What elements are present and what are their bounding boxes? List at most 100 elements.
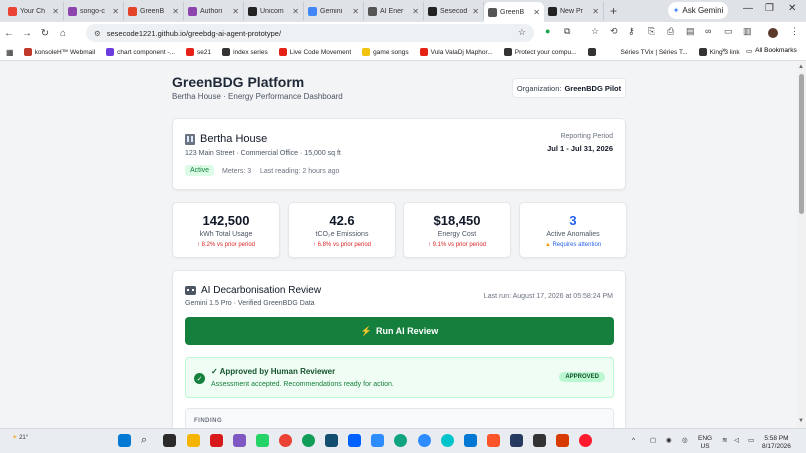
dropbox-icon[interactable] — [348, 434, 361, 447]
tab-close-icon[interactable]: ✕ — [232, 7, 239, 16]
reload-icon[interactable]: ↻ — [36, 28, 54, 39]
tab-close-icon[interactable]: ✕ — [352, 7, 359, 16]
weather-widget[interactable]: ☀ 21° — [12, 434, 28, 441]
browser-tab[interactable]: Your Ch ✕ — [4, 2, 64, 20]
bookmark-item[interactable]: Vula ValaDj Maphor... — [419, 48, 493, 56]
browser-tab[interactable]: AI Ener ✕ — [364, 2, 424, 20]
whatsapp-icon[interactable] — [256, 434, 269, 447]
bookmark-star-icon[interactable]: ☆ — [518, 27, 526, 38]
kpi-card-anomalies[interactable]: 3 Active Anomalies ▲ Requires attention — [519, 202, 627, 258]
tray-app-icon[interactable]: ◎ — [682, 437, 688, 445]
language-indicator[interactable]: ENG US — [698, 435, 712, 451]
forward-icon[interactable]: → — [18, 28, 36, 39]
scroll-up-icon[interactable]: ▲ — [798, 64, 804, 70]
file-explorer-icon[interactable] — [187, 434, 200, 447]
tab-close-icon[interactable]: ✕ — [112, 7, 119, 16]
browser-tab[interactable]: Gemini ✕ — [304, 2, 364, 20]
language-code: ENG — [698, 435, 713, 442]
tab-close-icon[interactable]: ✕ — [172, 7, 179, 16]
app-icon[interactable] — [510, 434, 523, 447]
browser-tab[interactable]: New Pr ✕ — [544, 2, 604, 20]
tab-close-icon[interactable]: ✕ — [592, 7, 599, 16]
bookmark-item[interactable]: konsoleH™ Webmail — [23, 48, 95, 56]
bookmark-item[interactable]: Protect your compu... — [503, 48, 577, 56]
windows-start-icon[interactable] — [118, 434, 131, 447]
browser-tab[interactable]: GreenB ✕ — [484, 2, 544, 22]
app-icon[interactable] — [233, 434, 246, 447]
chatgpt-icon[interactable] — [394, 434, 407, 447]
volume-icon[interactable]: ◁ — [734, 437, 739, 445]
key-icon[interactable]: ⚷ — [628, 26, 635, 37]
run-ai-review-button[interactable]: ⚡ Run AI Review — [185, 317, 614, 345]
bookmark-item[interactable]: chart component -... — [106, 48, 175, 56]
search-icon[interactable]: ⌕ — [141, 434, 154, 447]
tab-close-icon[interactable]: ✕ — [533, 8, 540, 17]
app-icon[interactable] — [371, 434, 384, 447]
wifi-icon[interactable]: ≋ — [722, 437, 727, 445]
bookmark-label: Protect your compu... — [514, 48, 577, 56]
bookmark-item[interactable]: se21 — [185, 48, 211, 56]
brave-icon[interactable] — [487, 434, 500, 447]
ai-review-subtitle: Gemini 1.5 Pro · Verified GreenBDG Data — [185, 300, 315, 307]
app-icon[interactable] — [210, 434, 223, 447]
tab-close-icon[interactable]: ✕ — [412, 7, 419, 16]
restore-icon[interactable]: ❐ — [765, 3, 774, 14]
opera-icon[interactable] — [579, 434, 592, 447]
edge-icon[interactable] — [302, 434, 315, 447]
taskview-icon[interactable] — [163, 434, 176, 447]
zoom-icon[interactable] — [418, 434, 431, 447]
scrollbar-thumb[interactable] — [799, 74, 804, 214]
canva-icon[interactable] — [441, 434, 454, 447]
sidepanel-icon[interactable]: ▥ — [743, 26, 752, 37]
tab-close-icon[interactable]: ✕ — [52, 7, 59, 16]
minimize-icon[interactable]: — — [743, 3, 753, 14]
profile-avatar[interactable] — [768, 28, 778, 38]
tab-close-icon[interactable]: ✕ — [472, 7, 479, 16]
site-info-icon[interactable]: ⚙ — [94, 29, 101, 38]
browser-tab[interactable]: GreenB ✕ — [124, 2, 184, 20]
menu-kebab-icon[interactable]: ⋮ — [790, 26, 799, 37]
app-icon[interactable] — [533, 434, 546, 447]
home-icon[interactable]: ⌂ — [54, 28, 72, 39]
new-tab-icon[interactable]: + — [604, 4, 623, 18]
clock[interactable]: 5:58 PM 8/17/2026 — [762, 435, 791, 451]
scroll-down-icon[interactable]: ▼ — [798, 418, 804, 424]
app-icon[interactable] — [325, 434, 338, 447]
bookmark-item[interactable]: Live Code Movement — [278, 48, 351, 56]
apps-grid-icon[interactable]: ▦ — [6, 48, 14, 57]
battery-icon[interactable]: ▭ — [748, 437, 754, 445]
link-icon[interactable]: ∞ — [705, 26, 711, 36]
bookmark-item[interactable] — [587, 48, 599, 56]
tray-overflow-icon[interactable]: ^ — [632, 437, 635, 445]
page-scrollbar[interactable]: ▲ ▼ — [797, 62, 806, 428]
bookmark-item[interactable]: Séries TVix | Séries T... — [609, 48, 688, 56]
history-icon[interactable]: ⟲ — [610, 26, 618, 37]
ask-gemini-button[interactable]: ✦ Ask Gemini — [668, 2, 728, 19]
browser-tab[interactable]: Authori ✕ — [184, 2, 244, 20]
app-icon[interactable] — [464, 434, 477, 447]
browser-tab[interactable]: Unicom ✕ — [244, 2, 304, 20]
share-icon[interactable]: ⎘ — [648, 26, 655, 37]
pip-icon[interactable]: ▭ — [724, 26, 733, 37]
back-icon[interactable]: ← — [0, 28, 18, 39]
tray-app-icon[interactable]: ◉ — [666, 437, 672, 445]
extensions-puzzle-icon[interactable]: ⧉ — [564, 26, 570, 37]
browser-tab[interactable]: Sesecod ✕ — [424, 2, 484, 20]
tab-close-icon[interactable]: ✕ — [292, 7, 299, 16]
extension-green-icon[interactable]: ● — [545, 26, 550, 36]
app-icon[interactable] — [556, 434, 569, 447]
all-bookmarks[interactable]: ▭ All Bookmarks — [746, 47, 797, 55]
bookmark-icon[interactable]: ☆ — [591, 26, 599, 37]
browser-tab[interactable]: songo-c ✕ — [64, 2, 124, 20]
chrome-icon[interactable] — [279, 434, 292, 447]
bookmark-item[interactable]: index series — [222, 48, 268, 56]
bookmark-item[interactable]: King 3 link — [698, 48, 740, 56]
bookmark-item[interactable]: game songs — [362, 48, 409, 56]
address-bar[interactable]: ⚙ sesecode1221.github.io/greebdg-ai-agen… — [86, 24, 534, 42]
more-bookmarks-icon[interactable]: » — [722, 47, 726, 54]
tray-app-icon[interactable]: ▢ — [650, 437, 656, 445]
print-icon[interactable]: ⎙ — [667, 26, 674, 37]
translate-icon[interactable]: ▤ — [686, 26, 695, 37]
close-window-icon[interactable]: ✕ — [788, 3, 796, 14]
bookmark-label: index series — [233, 48, 268, 56]
